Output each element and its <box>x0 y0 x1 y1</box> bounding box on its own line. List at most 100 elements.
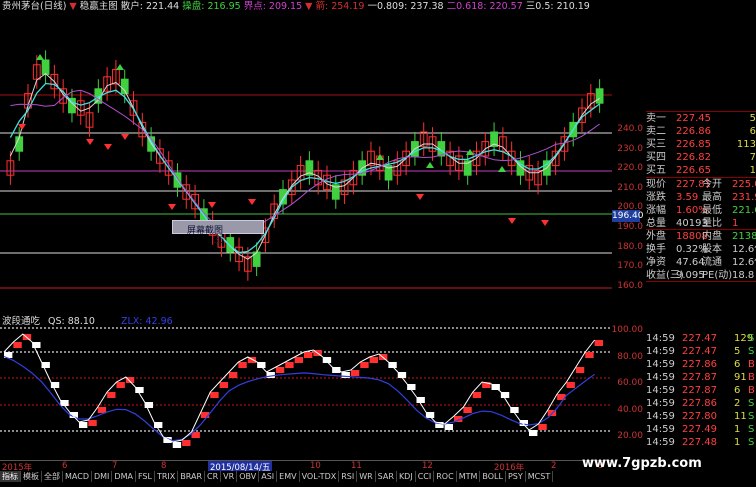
watermark: www.7gpzb.com <box>582 456 702 471</box>
tick-volume: 11 <box>734 411 747 422</box>
order-label: 卖二 <box>646 126 666 137</box>
main-price-chart[interactable] <box>0 0 612 312</box>
tick-time: 14:59 <box>646 385 675 396</box>
tab-指标[interactable]: 指标 <box>0 471 21 482</box>
tab-模板[interactable]: 模板 <box>21 471 42 482</box>
tick-side: S <box>748 398 755 409</box>
tick-row: 14:59 227.48 1 S <box>646 436 756 449</box>
osc-bar <box>463 407 472 413</box>
stat-label: 换手 <box>646 244 666 255</box>
osc-bar <box>88 420 97 426</box>
tick-volume: 6 <box>734 359 741 370</box>
tab-dmi[interactable]: DMI <box>92 471 113 482</box>
tab-mcst[interactable]: MCST <box>526 471 554 482</box>
order-row: 买五 226.65 1 <box>646 164 756 177</box>
tab-vol-tdx[interactable]: VOL-TDX <box>300 471 340 482</box>
tick-price: 227.49 <box>682 424 717 435</box>
tab-boll[interactable]: BOLL <box>480 471 506 482</box>
tab-psy[interactable]: PSY <box>506 471 526 482</box>
time-label: 2 <box>551 461 557 471</box>
stat-label: 最高 <box>702 192 722 203</box>
order-label: 买四 <box>646 152 666 163</box>
osc-bar <box>594 340 603 346</box>
tick-row: 14:59 227.86 6 B <box>646 358 756 371</box>
tab-wr[interactable]: WR <box>357 471 376 482</box>
popup-label: 屏幕截图 <box>187 226 224 236</box>
buy-arrow-icon <box>498 166 506 172</box>
tick-price: 227.87 <box>682 385 717 396</box>
stat-label: 今开 <box>702 179 722 190</box>
tab-fsl[interactable]: FSL <box>136 471 155 482</box>
order-price: 226.82 <box>676 152 711 163</box>
stat-value: 47.64 <box>676 257 705 268</box>
price-axis-label: 160.0 <box>617 280 643 291</box>
osc-bar <box>585 352 594 358</box>
osc-bar <box>229 372 238 378</box>
price-axis: 240.0 230.0 220.0 210.0 200.0 190.0 180.0 170.0… <box>612 0 646 312</box>
tick-price: 227.80 <box>682 411 717 422</box>
tick-price: 227.87 <box>682 372 717 383</box>
indicator-value: 二0.618: 220.57 <box>446 1 523 12</box>
tab-trix[interactable]: TRIX <box>155 471 179 482</box>
tab-sar[interactable]: SAR <box>376 471 397 482</box>
sell-arrow-icon <box>168 204 176 210</box>
buy-arrow-icon <box>116 64 124 70</box>
osc-bar <box>360 362 369 368</box>
stat-value: 231.98 <box>732 192 756 203</box>
tab-rsi[interactable]: RSI <box>339 471 358 482</box>
tab-obv[interactable]: OBV <box>237 471 260 482</box>
osc-bar <box>154 422 163 428</box>
osc-indicator-value: ZLX: 42.96 <box>120 316 173 327</box>
oscillator-chart[interactable] <box>0 312 612 460</box>
tick-time: 14:59 <box>646 372 675 383</box>
tick-price: 227.86 <box>682 398 717 409</box>
tab-emv[interactable]: EMV <box>277 471 300 482</box>
indicator-value: 操盘: 216.95 <box>182 1 241 12</box>
quote-panel: 卖一 227.45 5 卖二 226.86 6 买三 226.85 113 买四 226.82 7 买五… <box>646 111 756 332</box>
tab-cr[interactable]: CR <box>205 471 222 482</box>
tab-asi[interactable]: ASI <box>259 471 278 482</box>
sell-arrow-icon <box>508 218 516 224</box>
time-label: 10 <box>310 461 321 471</box>
order-volume: 6 <box>749 126 756 137</box>
tick-price: 227.47 <box>682 333 717 344</box>
tick-volume: 1 <box>734 424 741 435</box>
tab-全部[interactable]: 全部 <box>42 471 63 482</box>
osc-bar <box>172 442 182 448</box>
price-axis-label: 190.0 <box>617 222 643 232</box>
time-label: 7 <box>112 461 118 471</box>
osc-bar <box>538 424 547 430</box>
osc-bar <box>182 440 191 446</box>
tick-price: 227.48 <box>682 437 717 448</box>
tab-vr[interactable]: VR <box>221 471 238 482</box>
indicator-value: ▼ <box>69 1 77 12</box>
tick-row: 14:59 227.80 11 S <box>646 410 756 423</box>
tab-mtm[interactable]: MTM <box>457 471 481 482</box>
osc-bar <box>500 392 510 398</box>
time-axis: 2015年 6 7 8 2015/08/14/五 10 11 12 2016年 2 3 <box>0 460 612 473</box>
tab-brar[interactable]: BRAR <box>178 471 206 482</box>
order-row: 买四 226.82 7 <box>646 151 756 164</box>
tab-kdj[interactable]: KDJ <box>397 471 416 482</box>
sell-arrow-icon <box>248 199 256 205</box>
popup-suffix: 35 <box>213 236 225 246</box>
tick-row: 14:59 227.86 2 S <box>646 397 756 410</box>
indicator-value: 稳赢主图 <box>79 1 118 12</box>
osc-bar <box>135 387 144 393</box>
osc-bar <box>13 342 22 348</box>
oscillator-indicator-bar: 波段通吃 QS: 88.10 ZLX: 42.96 <box>2 316 181 328</box>
tick-time: 14:59 <box>646 333 675 344</box>
tab-roc[interactable]: ROC <box>434 471 457 482</box>
tick-row: 14:59 227.87 6 B <box>646 384 756 397</box>
tick-side: S <box>748 333 755 344</box>
osc-bar <box>210 392 219 398</box>
osc-bar <box>107 392 116 398</box>
price-axis-label: 230.0 <box>617 143 643 154</box>
stat-label: 外盘 <box>646 231 666 242</box>
osc-bar <box>416 397 425 403</box>
tab-macd[interactable]: MACD <box>63 471 92 482</box>
screenshot-popup[interactable]: 屏幕截图 35 <box>172 220 264 246</box>
tab-cci[interactable]: CCI <box>416 471 435 482</box>
osc-bar <box>116 382 125 388</box>
tab-dma[interactable]: DMA <box>112 471 136 482</box>
